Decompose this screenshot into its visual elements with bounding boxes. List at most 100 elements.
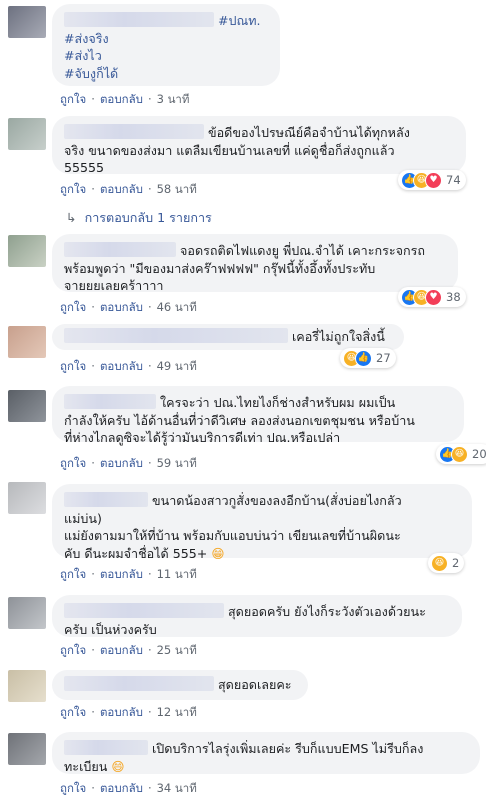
timestamp[interactable]: 11 นาที xyxy=(157,567,197,581)
like-link[interactable]: ถูกใจ xyxy=(60,359,86,373)
comment-text: จายยยเลยคร้าาาา xyxy=(64,278,164,293)
like-link[interactable]: ถูกใจ xyxy=(60,643,86,657)
haha-reaction-icon: 😆 xyxy=(431,554,448,572)
replies-label: การตอบกลับ 1 รายการ xyxy=(84,210,212,225)
love-reaction-icon: ♥ xyxy=(425,288,442,306)
comment-text: พร้อมพูดว่า "มีของมาส่งคร๊าฟฟฟฟ" กรุ๊ฟนี… xyxy=(64,260,376,276)
hashtag[interactable]: #ปณท. xyxy=(218,13,261,28)
like-link[interactable]: ถูกใจ xyxy=(60,567,86,581)
avatar[interactable] xyxy=(8,670,46,702)
grin-emoji-icon: 😁 xyxy=(211,545,225,561)
reply-link[interactable]: ตอบกลับ xyxy=(100,182,143,196)
like-link[interactable]: ถูกใจ xyxy=(60,92,86,106)
timestamp[interactable]: 58 นาที xyxy=(157,182,197,196)
like-link[interactable]: ถูกใจ xyxy=(60,781,86,795)
comment-text: ครับ เป็นห่วงครับ xyxy=(64,621,157,637)
comment-text: 55555 xyxy=(64,160,105,175)
hashtag[interactable]: #ส่งจริง xyxy=(64,30,268,48)
reaction-count: 38 xyxy=(446,290,461,304)
comment-actions: ถูกใจ · ตอบกลับ · 11 นาที xyxy=(60,567,197,581)
timestamp[interactable]: 25 นาที xyxy=(157,643,197,657)
reply-arrow-icon: ↳ xyxy=(66,210,77,225)
comment-actions: ถูกใจ · ตอบกลับ · 59 นาที xyxy=(60,456,197,470)
comment-text: เปิดบริการไลรุ่งเพิ่มเลยค่ะ รีบก็แบบEMS … xyxy=(152,741,424,756)
reply-link[interactable]: ตอบกลับ xyxy=(100,705,143,719)
comment-bubble: จอดรถติดไฟแดงยู พี่ปณ.จำได้ เคาะกระจกรถ … xyxy=(52,234,458,293)
avatar[interactable] xyxy=(8,597,46,629)
comment-text: แม่ยังตามมาให้ที่บ้าน พร้อมกับแอบบ่นว่า … xyxy=(64,528,401,543)
comment-bubble: เคอรี่ไม่ถูกใจสิ่งนี้ xyxy=(52,324,404,350)
reactions-summary[interactable]: 👍 😆 20 xyxy=(436,444,486,464)
reply-link[interactable]: ตอบกลับ xyxy=(100,92,143,106)
comment-text: แม่บ่น) xyxy=(64,510,102,526)
comment-bubble: ขนาดน้องสาวกูสั่งของลงอีกบ้าน(สั่งบ่อยไง… xyxy=(52,484,472,561)
reaction-count: 2 xyxy=(452,556,460,570)
comment-actions: ถูกใจ · ตอบกลับ · 46 นาที xyxy=(60,300,197,314)
comment-bubble: สุดยอดเลยคะ xyxy=(52,670,308,700)
comment-bubble: ข้อดีของไปรษณีย์คือจำบ้านได้ทุกหลัง จริง… xyxy=(52,116,466,175)
avatar[interactable] xyxy=(8,482,46,514)
view-replies-link[interactable]: ↳ การตอบกลับ 1 รายการ xyxy=(66,208,212,228)
commenter-name[interactable] xyxy=(64,603,224,618)
smile-emoji-icon: 😄 xyxy=(111,758,125,774)
comment-text: สุดยอดเลยคะ xyxy=(218,677,292,692)
timestamp[interactable]: 49 นาที xyxy=(157,359,197,373)
timestamp[interactable]: 46 นาที xyxy=(157,300,197,314)
timestamp[interactable]: 12 นาที xyxy=(157,705,197,719)
reactions-summary[interactable]: 😆 2 xyxy=(428,553,465,573)
avatar[interactable] xyxy=(8,326,46,358)
avatar[interactable] xyxy=(8,733,46,765)
like-link[interactable]: ถูกใจ xyxy=(60,456,86,470)
commenter-name[interactable] xyxy=(64,740,148,755)
comment-actions: ถูกใจ · ตอบกลับ · 34 นาที xyxy=(60,781,197,795)
timestamp[interactable]: 34 นาที xyxy=(157,781,197,795)
reply-link[interactable]: ตอบกลับ xyxy=(100,359,143,373)
like-link[interactable]: ถูกใจ xyxy=(60,300,86,314)
comment-text: ทะเบียน xyxy=(64,758,108,774)
reactions-summary[interactable]: 👍 😆 ♥ 74 xyxy=(398,170,466,190)
hashtag[interactable]: #จับงูก็ได้ xyxy=(64,65,268,83)
timestamp[interactable]: 3 นาที xyxy=(157,92,190,106)
commenter-name[interactable] xyxy=(64,124,204,139)
comment-bubble: สุดยอดครับ ยังไงก็ระวังตัวเองด้วยนะ ครับ… xyxy=(52,595,462,637)
like-link[interactable]: ถูกใจ xyxy=(60,705,86,719)
comment-bubble: ใครจะว่า ปณ.ไทยไงก็ช่างสำหรับผม ผมเป็น ก… xyxy=(52,386,464,445)
avatar[interactable] xyxy=(8,390,46,422)
reply-link[interactable]: ตอบกลับ xyxy=(100,781,143,795)
avatar[interactable] xyxy=(8,235,46,267)
reaction-count: 20 xyxy=(472,447,486,461)
comment-text: ที่ห่างไกลดูซิจะได้รู้ว่ามันบริการดีเท่า… xyxy=(64,430,341,445)
comment-text: ข้อดีของไปรษณีย์คือจำบ้านได้ทุกหลัง xyxy=(208,125,410,140)
reply-link[interactable]: ตอบกลับ xyxy=(100,456,143,470)
comment-bubble: เปิดบริการไลรุ่งเพิ่มเลยค่ะ รีบก็แบบEMS … xyxy=(52,732,480,774)
avatar[interactable] xyxy=(8,6,46,38)
avatar[interactable] xyxy=(8,118,46,150)
comment-actions: ถูกใจ · ตอบกลับ · 25 นาที xyxy=(60,643,197,657)
comment-text: สุดยอดครับ ยังไงก็ระวังตัวเองด้วยนะ xyxy=(228,604,426,619)
commenter-name[interactable] xyxy=(64,394,156,409)
commenter-name[interactable] xyxy=(64,676,214,691)
reactions-summary[interactable]: 👍 😆 ♥ 38 xyxy=(398,287,466,307)
like-reaction-icon: 👍 xyxy=(355,349,372,367)
timestamp[interactable]: 59 นาที xyxy=(157,456,197,470)
commenter-name[interactable] xyxy=(64,492,148,507)
comment-text: คับ ดีนะผมจำชื่อได้ 555+ xyxy=(64,545,208,561)
comment-actions: ถูกใจ · ตอบกลับ · 49 นาที xyxy=(60,359,197,373)
comment-text: ใครจะว่า ปณ.ไทยไงก็ช่างสำหรับผม ผมเป็น xyxy=(160,395,396,410)
commenter-name[interactable] xyxy=(64,328,288,343)
reply-link[interactable]: ตอบกลับ xyxy=(100,300,143,314)
love-reaction-icon: ♥ xyxy=(425,171,442,189)
comment-text: จอดรถติดไฟแดงยู พี่ปณ.จำได้ เคาะกระจกรถ xyxy=(180,243,426,258)
reaction-count: 27 xyxy=(376,351,391,365)
haha-reaction-icon: 😆 xyxy=(451,445,468,463)
comment-actions: ถูกใจ · ตอบกลับ · 3 นาที xyxy=(60,92,190,106)
commenter-name[interactable] xyxy=(64,12,214,27)
commenter-name[interactable] xyxy=(64,242,176,257)
hashtag[interactable]: #ส่งไว xyxy=(64,47,268,65)
like-link[interactable]: ถูกใจ xyxy=(60,182,86,196)
reply-link[interactable]: ตอบกลับ xyxy=(100,643,143,657)
reply-link[interactable]: ตอบกลับ xyxy=(100,567,143,581)
reaction-count: 74 xyxy=(446,173,461,187)
reactions-summary[interactable]: 😆 👍 27 xyxy=(340,348,396,368)
comment-text: เคอรี่ไม่ถูกใจสิ่งนี้ xyxy=(292,329,385,344)
